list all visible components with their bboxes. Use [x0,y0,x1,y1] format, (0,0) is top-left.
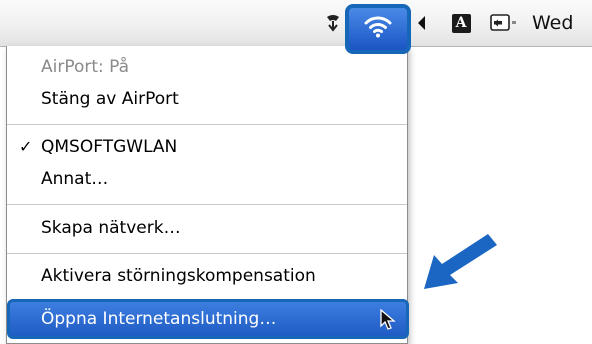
callout-arrow-icon [422,233,498,295]
menu-separator [7,204,407,205]
input-menu-icon[interactable]: A [446,0,476,46]
menubar-clock[interactable]: Wed [532,0,592,46]
create-network-label: Skapa nätverk… [41,218,181,238]
open-internet-connect-item[interactable]: Öppna Internetanslutning… [7,299,409,339]
other-network-label: Annat… [41,169,109,189]
menu-separator [7,253,407,254]
volume-icon[interactable] [412,0,430,46]
interference-robustness-label: Aktivera störningskompensation [41,266,316,286]
network-name-label: QMSOFTGWLAN [41,137,178,157]
input-letter: A [451,13,471,33]
checkmark-icon: ✓ [19,137,33,156]
wifi-icon [363,14,393,44]
airport-wifi-menu-button[interactable] [345,4,411,54]
airport-dropdown-menu: AirPort: På Stäng av AirPort ✓ QMSOFTGWL… [6,46,409,344]
airport-status-label: AirPort: På [41,57,130,77]
menu-separator [7,124,407,125]
display-mirror-icon[interactable] [487,0,521,46]
mouse-cursor-icon [380,308,396,335]
menu-bar: A Wed [0,0,592,54]
script-menu-icon[interactable] [320,0,346,46]
turn-off-airport-label: Stäng av AirPort [41,89,179,109]
open-internet-connect-label: Öppna Internetanslutning… [41,309,277,329]
